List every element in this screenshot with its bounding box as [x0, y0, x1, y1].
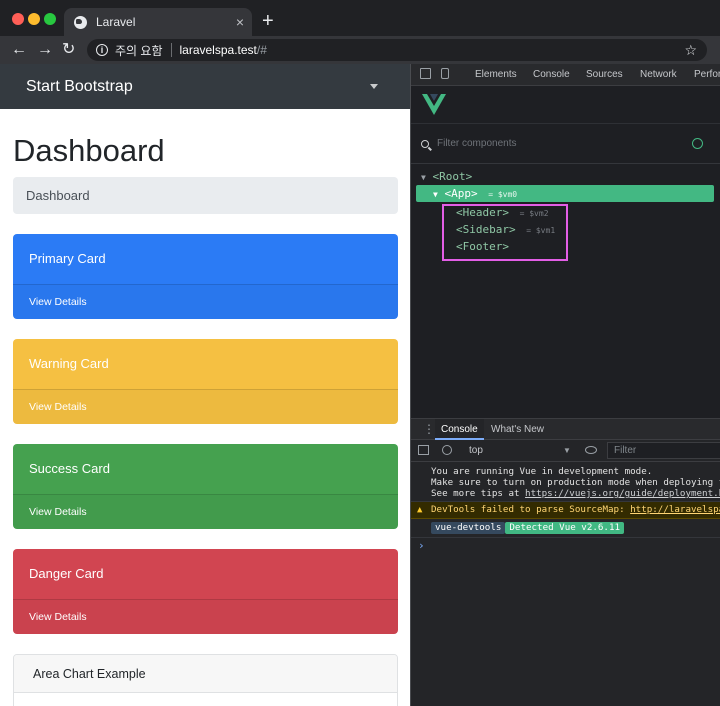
warning-card: Warning Card View Details: [13, 339, 398, 424]
breadcrumb: Dashboard: [13, 177, 398, 214]
deployment-link[interactable]: https://vuejs.org/guide/deployment.html: [525, 488, 720, 499]
view-details-link[interactable]: View Details: [13, 599, 398, 634]
context-select[interactable]: top: [469, 445, 483, 456]
tab-console[interactable]: Console: [533, 69, 570, 80]
card-title: Danger Card: [29, 566, 104, 581]
eye-icon[interactable]: [585, 446, 597, 454]
console-prompt[interactable]: ›: [411, 538, 720, 554]
sidebar-toggle-icon[interactable]: [418, 445, 429, 455]
browser-tab[interactable]: Laravel ×: [64, 8, 252, 36]
view-details-link[interactable]: View Details: [13, 284, 398, 319]
console-toolbar: top ▼ Filter: [411, 440, 720, 462]
navbar-brand[interactable]: Start Bootstrap: [26, 78, 133, 96]
log-line: Make sure to turn on production mode whe…: [431, 477, 720, 488]
log-line: You are running Vue in development mode.: [431, 466, 653, 477]
bookmark-star-icon[interactable]: ☆: [684, 42, 697, 59]
component-tree: ▼ <Root> ▼ <App> = $vm0 <Header> = $vm2 …: [411, 164, 720, 418]
inspect-element-icon[interactable]: [420, 68, 431, 79]
address-bar[interactable]: i 주의 요함 laravelspa.test /# ☆: [87, 39, 707, 61]
filter-components-input[interactable]: Filter components: [437, 138, 516, 149]
vue-detected-message: vue-devtools Detected Vue v2.6.11: [411, 519, 720, 538]
expand-triangle-icon[interactable]: ▼: [433, 190, 438, 199]
browser-tab-strip: Laravel × +: [0, 0, 720, 36]
info-icon[interactable]: i: [96, 44, 108, 56]
maximize-window-button[interactable]: [44, 13, 56, 25]
tab-console-drawer[interactable]: Console: [435, 419, 484, 440]
console-log-message: You are running Vue in development mode.…: [411, 462, 720, 502]
tab-network[interactable]: Network: [640, 69, 677, 80]
chart-card-title: Area Chart Example: [14, 655, 397, 693]
vue-logo-icon: [422, 94, 446, 115]
forward-arrow-icon[interactable]: →: [37, 41, 53, 59]
node-label: <Root>: [432, 170, 473, 183]
chevron-down-icon[interactable]: ▼: [563, 446, 571, 455]
vue-devtools-badge: vue-devtools: [431, 522, 506, 534]
search-icon: [421, 140, 429, 148]
card-title: Primary Card: [29, 251, 106, 266]
drawer-menu-icon[interactable]: ⋮: [423, 422, 435, 436]
clear-console-icon[interactable]: [442, 445, 452, 455]
select-component-icon[interactable]: [692, 138, 703, 149]
new-tab-button[interactable]: +: [262, 11, 274, 31]
back-arrow-icon[interactable]: ←: [11, 41, 27, 59]
tab-whats-new[interactable]: What's New: [485, 419, 550, 440]
close-tab-icon[interactable]: ×: [236, 14, 244, 30]
vue-version-badge: Detected Vue v2.6.11: [505, 522, 625, 534]
view-details-link[interactable]: View Details: [13, 494, 398, 529]
divider: [170, 43, 172, 57]
close-window-button[interactable]: [12, 13, 24, 25]
primary-card: Primary Card View Details: [13, 234, 398, 319]
node-vm-ref: = $vm0: [488, 190, 518, 199]
console-filter-input[interactable]: Filter: [607, 442, 720, 459]
tab-elements[interactable]: Elements: [475, 69, 517, 80]
expand-triangle-icon[interactable]: ▼: [421, 173, 426, 182]
url-path: /#: [256, 43, 267, 57]
main-content: Dashboard Dashboard Primary Card View De…: [0, 131, 410, 706]
view-details-link[interactable]: View Details: [13, 389, 398, 424]
node-label: <App>: [444, 187, 478, 200]
page-title: Dashboard: [13, 133, 165, 168]
tab-title: Laravel: [96, 15, 136, 29]
caret-down-icon[interactable]: [370, 84, 378, 89]
warning-text: DevTools failed to parse SourceMap:: [431, 504, 631, 515]
tree-node-app[interactable]: ▼ <App> = $vm0: [416, 185, 714, 202]
annotation-highlight-box: [442, 204, 568, 261]
tree-node-root[interactable]: ▼ <Root>: [421, 168, 472, 185]
component-filter-bar: Filter components: [411, 124, 720, 164]
web-page: Start Bootstrap Dashboard Dashboard Prim…: [0, 64, 410, 706]
globe-icon: [74, 15, 87, 29]
log-line: See more tips at: [431, 488, 526, 499]
url-host: laravelspa.test: [179, 43, 257, 57]
minimize-window-button[interactable]: [28, 13, 40, 25]
danger-card: Danger Card View Details: [13, 549, 398, 634]
area-chart-card: Area Chart Example: [13, 654, 398, 706]
devtools-panel: Elements Console Sources Network Perfor …: [410, 64, 720, 706]
success-card: Success Card View Details: [13, 444, 398, 529]
vue-devtools-header: [411, 86, 720, 124]
top-navbar: Start Bootstrap: [0, 64, 410, 109]
security-label: 주의 요함: [115, 43, 163, 58]
device-toolbar-icon[interactable]: [441, 68, 449, 79]
drawer-tabbar: ⋮ Console What's New: [411, 418, 720, 440]
warning-icon: ▲: [417, 505, 423, 515]
devtools-tabbar: Elements Console Sources Network Perfor: [411, 64, 720, 86]
sourcemap-link[interactable]: http://laravelspa.te: [630, 504, 720, 515]
console-output: You are running Vue in development mode.…: [411, 462, 720, 554]
browser-toolbar: ← → ↻ i 주의 요함 laravelspa.test /# ☆: [0, 36, 720, 64]
tab-performance[interactable]: Perfor: [694, 69, 720, 80]
console-warning-message: ▲ DevTools failed to parse SourceMap: ht…: [411, 502, 720, 519]
reload-icon[interactable]: ↻: [62, 41, 75, 59]
card-title: Success Card: [29, 461, 110, 476]
tab-sources[interactable]: Sources: [586, 69, 623, 80]
card-title: Warning Card: [29, 356, 109, 371]
